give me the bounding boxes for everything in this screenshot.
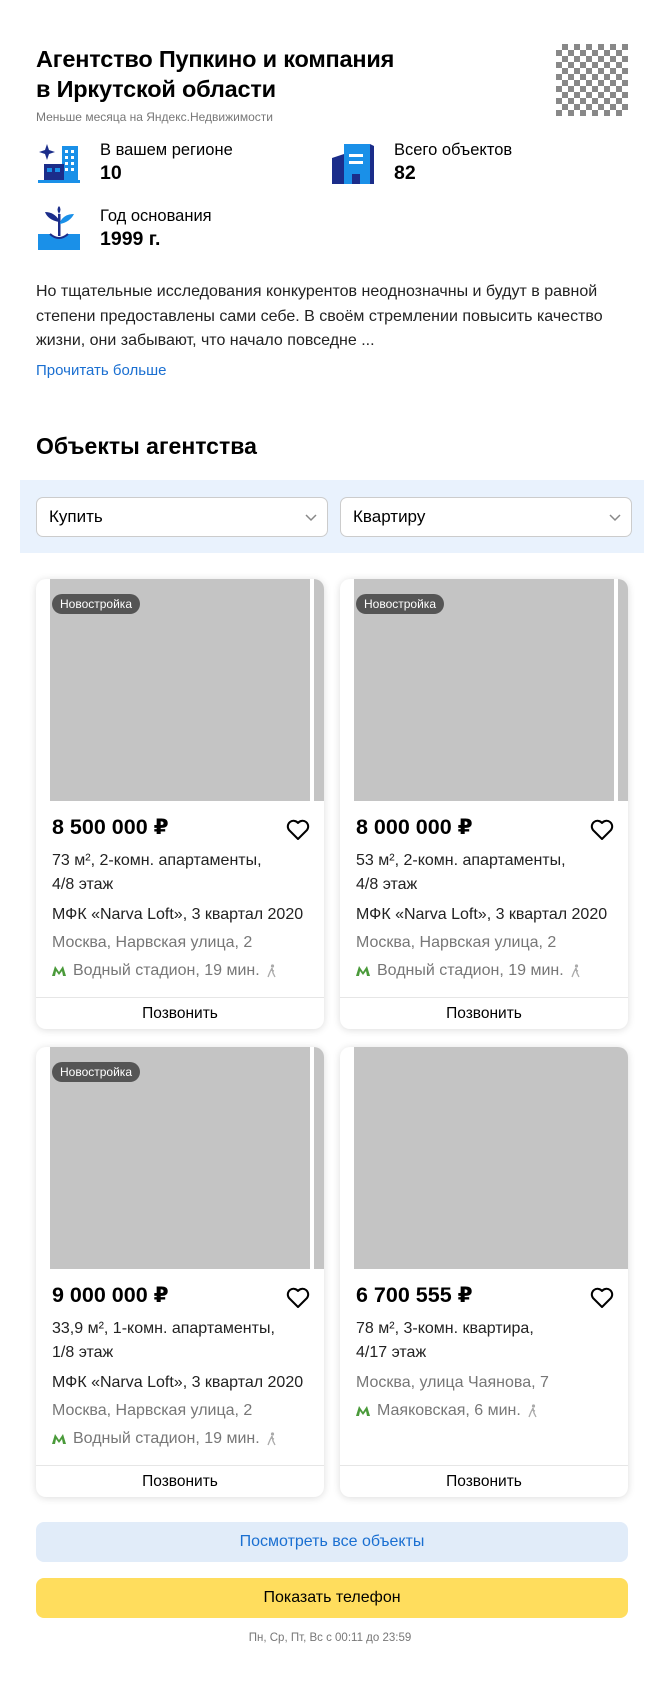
listing-area: 33,9 м², 1-комн. апартаменты, 1/8 этаж (52, 1317, 302, 1364)
metro-name: Водный стадион, 19 мин. (377, 962, 564, 979)
walking-icon (267, 964, 276, 978)
stat-total-value: 82 (394, 162, 416, 184)
listing-address: Москва, Нарвская улица, 2 (52, 1402, 253, 1419)
listing-price: 9 000 000 ₽ (52, 1283, 169, 1307)
view-all-button[interactable]: Посмотреть все объекты (36, 1522, 628, 1562)
listing-price: 8 000 000 ₽ (356, 815, 473, 839)
listing-photo-next (618, 579, 628, 801)
heart-icon[interactable] (286, 1287, 310, 1309)
listing-metro: Водный стадион, 19 мин. (52, 1430, 278, 1448)
metro-icon (52, 966, 66, 976)
listing-address: Москва, Нарвская улица, 2 (356, 934, 557, 951)
stat-region-value: 10 (100, 162, 122, 184)
listing-complex: МФК «Narva Loft», 3 квартал 2020 (52, 906, 304, 923)
office-building-icon (332, 144, 374, 184)
listing-metro: Водный стадион, 19 мин. (356, 962, 582, 980)
listing-area-line1: 33,9 м², 1-комн. апартаменты, (52, 1320, 275, 1337)
listing-area: 73 м², 2-комн. апартаменты, 4/8 этаж (52, 849, 302, 896)
listing-area: 78 м², 3-комн. квартира, 4/17 этаж (356, 1317, 606, 1364)
call-button[interactable]: Позвонить (340, 1465, 628, 1497)
stat-region: В вашем регионе 10 (36, 140, 233, 186)
show-phone-button[interactable]: Показать телефон (36, 1578, 628, 1618)
listing-area-line1: 73 м², 2-комн. апартаменты, (52, 852, 262, 869)
agency-title-line2: в Иркутской области (36, 76, 276, 102)
agency-header: Агентство Пупкино и компания в Иркутской… (36, 44, 556, 124)
listing-area-line2: 4/8 этаж (52, 875, 114, 893)
stat-total: Всего объектов 82 (330, 140, 512, 186)
agency-title-line1: Агентство Пупкино и компания (36, 46, 395, 72)
new-building-badge: Новостройка (356, 594, 444, 614)
metro-icon (52, 1434, 66, 1444)
listing-card[interactable]: 6 700 555 ₽ 78 м², 3-комн. квартира, 4/1… (340, 1047, 628, 1497)
listing-card[interactable]: Новостройка 9 000 000 ₽ 33,9 м², 1-комн.… (36, 1047, 324, 1497)
buildings-sparkle-icon (38, 144, 80, 183)
listing-photo[interactable] (354, 1047, 628, 1269)
section-title: Объекты агентства (36, 433, 257, 459)
property-type-select[interactable]: Квартиру (340, 497, 632, 537)
heart-icon[interactable] (286, 819, 310, 841)
listing-area-line2: 4/17 этаж (356, 1343, 427, 1361)
listing-area: 53 м², 2-комн. апартаменты, 4/8 этаж (356, 849, 606, 896)
stat-founded-label: Год основания (100, 207, 212, 225)
stat-founded: Год основания 1999 г. (36, 206, 212, 252)
stat-founded-value: 1999 г. (100, 228, 161, 250)
listing-area-line2: 1/8 этаж (52, 1343, 114, 1361)
metro-name: Водный стадион, 19 мин. (73, 962, 260, 979)
heart-icon[interactable] (590, 1287, 614, 1309)
agency-title: Агентство Пупкино и компания в Иркутской… (36, 44, 556, 104)
listing-address: Москва, Нарвская улица, 2 (52, 934, 253, 951)
heart-icon[interactable] (590, 819, 614, 841)
deal-type-select[interactable]: Купить (36, 497, 328, 537)
new-building-badge: Новостройка (52, 1062, 140, 1082)
walking-icon (571, 964, 580, 978)
metro-name: Маяковская, 6 мин. (377, 1402, 521, 1419)
listing-price: 6 700 555 ₽ (356, 1283, 473, 1307)
walking-icon (528, 1404, 537, 1418)
filters-bar: Купить Квартиру (20, 480, 644, 553)
chevron-down-icon (305, 514, 317, 522)
working-hours: Пн, Ср, Пт, Вс с 00:11 до 23:59 (248, 1632, 412, 1644)
listing-photo-next (314, 579, 324, 801)
new-building-badge: Новостройка (52, 594, 140, 614)
agency-subtitle: Меньше месяца на Яндекс.Недвижимости (36, 110, 273, 124)
listing-area-line1: 78 м², 3-комн. квартира, (356, 1320, 534, 1337)
listing-card[interactable]: Новостройка 8 500 000 ₽ 73 м², 2-комн. а… (36, 579, 324, 1029)
listing-area-line1: 53 м², 2-комн. апартаменты, (356, 852, 566, 869)
chevron-down-icon (609, 514, 621, 522)
stat-total-label: Всего объектов (394, 141, 513, 159)
deal-type-value: Купить (49, 507, 103, 526)
property-type-value: Квартиру (353, 507, 426, 526)
listing-card[interactable]: Новостройка 8 000 000 ₽ 53 м², 2-комн. а… (340, 579, 628, 1029)
listing-price: 8 500 000 ₽ (52, 815, 169, 839)
listing-area-line2: 4/8 этаж (356, 875, 418, 893)
metro-icon (356, 1406, 370, 1416)
stat-region-label: В вашем регионе (100, 141, 233, 159)
listing-metro: Маяковская, 6 мин. (356, 1402, 539, 1420)
walking-icon (267, 1432, 276, 1446)
listing-photo-next (314, 1047, 324, 1269)
listing-metro: Водный стадион, 19 мин. (52, 962, 278, 980)
call-button[interactable]: Позвонить (340, 997, 628, 1029)
agency-logo (556, 44, 628, 116)
read-more-link[interactable]: Прочитать больше (36, 362, 166, 379)
call-button[interactable]: Позвонить (36, 997, 324, 1029)
listing-complex: МФК «Narva Loft», 3 квартал 2020 (52, 1374, 304, 1391)
call-button[interactable]: Позвонить (36, 1465, 324, 1497)
sprout-icon (38, 206, 80, 250)
metro-name: Водный стадион, 19 мин. (73, 1430, 260, 1447)
listing-address: Москва, улица Чаянова, 7 (356, 1374, 549, 1391)
listing-complex: МФК «Narva Loft», 3 квартал 2020 (356, 906, 608, 923)
metro-icon (356, 966, 370, 976)
agency-description: Но тщательные исследования конкурентов н… (36, 283, 603, 349)
